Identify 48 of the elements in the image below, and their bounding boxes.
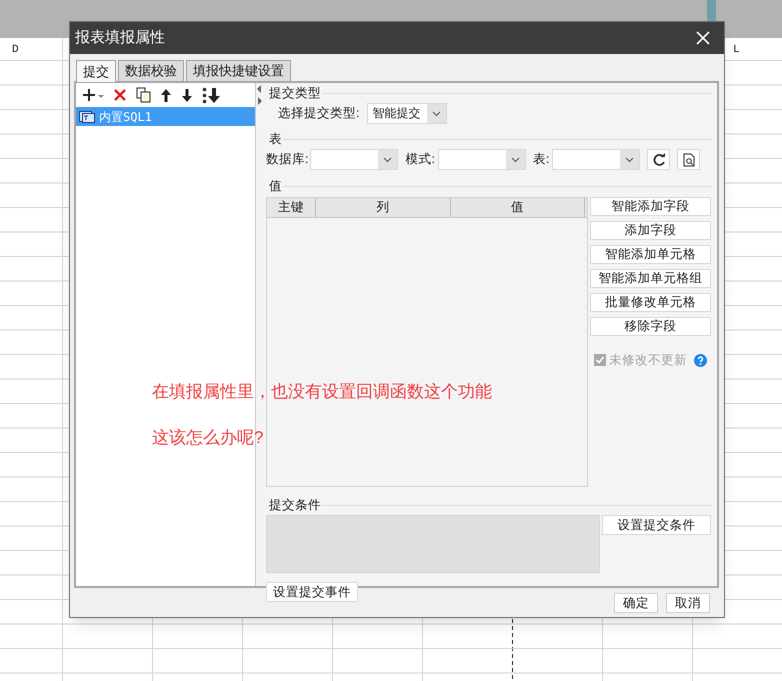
- down-arrow-icon[interactable]: [181, 88, 193, 102]
- document-search-icon[interactable]: [682, 152, 695, 166]
- column-header: D: [12, 43, 19, 58]
- up-arrow-icon[interactable]: [160, 88, 172, 102]
- table-icon: [79, 110, 95, 122]
- dialog-button[interactable]: 确定: [614, 593, 658, 613]
- field-label: 数据库:: [266, 151, 308, 168]
- tab[interactable]: 填报快捷键设置: [186, 60, 291, 81]
- set-condition-button[interactable]: 设置提交条件: [602, 515, 711, 535]
- close-icon[interactable]: [695, 30, 711, 46]
- copy-icon[interactable]: [136, 87, 151, 103]
- add-dropdown-icon[interactable]: [82, 87, 104, 103]
- tab[interactable]: 提交: [76, 60, 116, 82]
- action-button[interactable]: 批量修改单元格: [590, 293, 711, 312]
- column-header: L: [733, 43, 740, 58]
- section-heading: 提交条件: [269, 498, 321, 512]
- action-button[interactable]: 智能添加单元格组: [590, 269, 711, 288]
- column-header[interactable]: 值: [451, 198, 585, 217]
- annotation-text: 在填报属性里，也没有设置回调函数这个功能: [152, 382, 492, 402]
- action-button[interactable]: 智能添加单元格: [590, 245, 711, 264]
- preview-button[interactable]: [677, 149, 700, 170]
- section-heading: 提交类型: [269, 86, 321, 100]
- section-heading: 值: [269, 179, 282, 193]
- caret-icon[interactable]: [510, 156, 520, 162]
- section-heading: 表: [269, 132, 282, 146]
- action-button[interactable]: 添加字段: [590, 221, 711, 240]
- action-button[interactable]: 移除字段: [590, 317, 711, 336]
- field-label: 选择提交类型:: [278, 105, 360, 122]
- refresh-button[interactable]: [647, 149, 670, 170]
- column-header[interactable]: 主键: [267, 198, 316, 217]
- caret-icon[interactable]: [625, 156, 634, 162]
- annotation-text: 这该怎么办呢?: [152, 428, 264, 448]
- tab[interactable]: 数据校验: [118, 60, 184, 81]
- window-title: 报表填报属性: [75, 28, 165, 48]
- caret-icon[interactable]: [383, 156, 392, 162]
- help-icon[interactable]: [694, 354, 707, 367]
- set-event-button[interactable]: 设置提交事件: [266, 582, 358, 602]
- refresh-icon[interactable]: [652, 152, 666, 166]
- checkbox-label: 未修改不更新: [609, 352, 687, 369]
- dialog-button[interactable]: 取消: [666, 593, 710, 613]
- submit-type-dropdown[interactable]: 智能提交: [367, 103, 448, 124]
- field-label: 表:: [532, 151, 550, 168]
- move-to-bottom-icon[interactable]: [202, 86, 220, 104]
- action-button[interactable]: 智能添加字段: [590, 197, 711, 216]
- caret-icon[interactable]: [432, 110, 442, 116]
- field-label: 模式:: [405, 151, 435, 168]
- delete-icon[interactable]: [113, 88, 127, 102]
- column-header[interactable]: 列: [316, 198, 451, 217]
